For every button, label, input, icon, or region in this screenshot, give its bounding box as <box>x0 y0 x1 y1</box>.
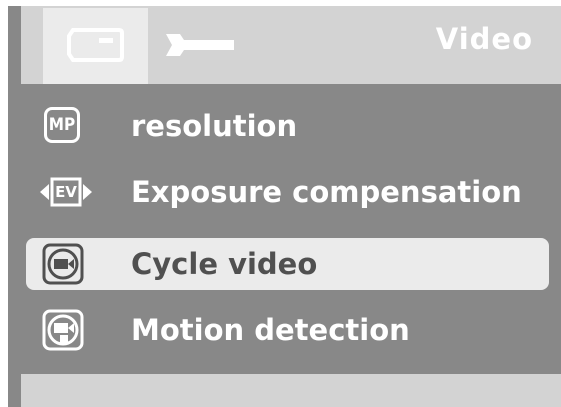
camera-menu-screen: Video MP resolution EV Exposure compensa… <box>8 6 561 407</box>
motion-detection-icon <box>38 309 94 351</box>
menu-item-motion-detection[interactable]: Motion detection <box>26 304 549 356</box>
menu-item-label: resolution <box>131 109 298 143</box>
menu-item-resolution[interactable]: MP resolution <box>26 100 549 152</box>
menu-item-label: Motion detection <box>131 313 410 347</box>
menu-header: Video <box>21 6 561 84</box>
menu-item-exposure-compensation[interactable]: EV Exposure compensation <box>26 166 549 218</box>
ev-icon-text: EV <box>55 183 77 201</box>
menu-footer <box>21 374 561 407</box>
menu-item-label: Cycle video <box>131 247 318 281</box>
mp-icon: MP <box>38 105 94 147</box>
page-title: Video <box>435 22 533 56</box>
video-camera-icon <box>67 28 124 62</box>
menu-item-cycle-video[interactable]: Cycle video <box>26 238 549 290</box>
cycle-video-icon <box>38 243 94 285</box>
ev-icon: EV <box>38 171 94 213</box>
wrench-icon[interactable] <box>164 32 236 58</box>
menu-item-label: Exposure compensation <box>131 175 522 209</box>
